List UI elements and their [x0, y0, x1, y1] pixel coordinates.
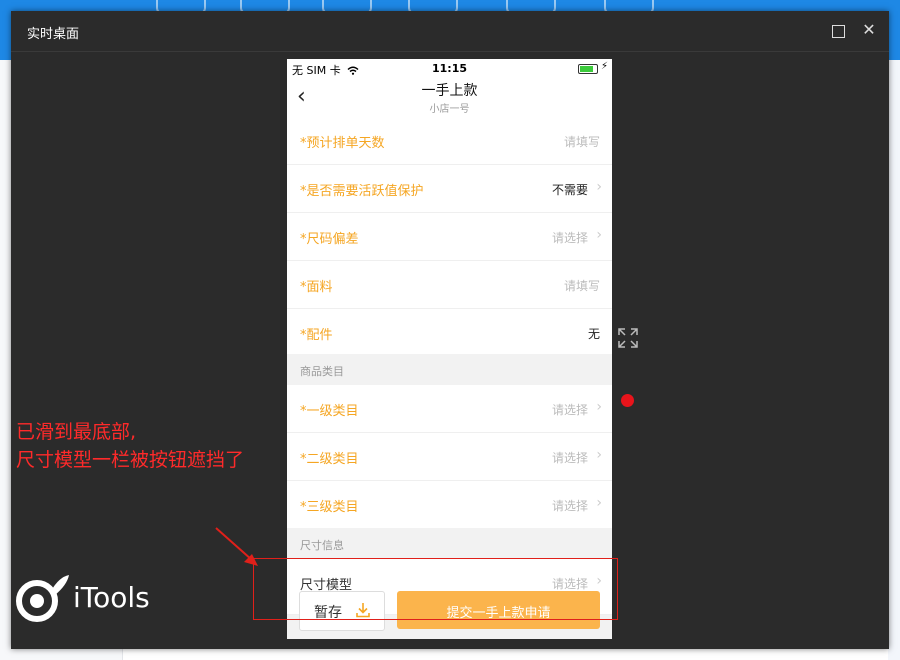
charging-icon: ⚡ — [601, 61, 609, 72]
status-bar: 无 SIM 卡 11:15 ⚡ — [287, 59, 612, 79]
form-row-value: 不需要 — [551, 183, 588, 197]
form-row-label: *尺码偏差 — [300, 232, 359, 247]
form-row-category-3[interactable]: *三级类目 请选择 › — [287, 481, 612, 529]
maximize-button[interactable] — [832, 25, 845, 38]
form-row-size-deviation[interactable]: *尺码偏差 请选择 › — [287, 213, 612, 261]
form-row-activity-protection[interactable]: *是否需要活跃值保护 不需要 › — [287, 165, 612, 213]
form-row-label: *预计排单天数 — [300, 136, 385, 151]
phone-screen: 无 SIM 卡 11:15 ⚡ ‹ 一手上款 小店一号 *预计排单天数 请填写 … — [287, 59, 612, 639]
form-row-value: 请选择 — [551, 499, 588, 513]
form-row-label: *一级类目 — [300, 404, 359, 419]
annotation-line: 已滑到最底部, — [16, 421, 137, 443]
chevron-right-icon: › — [596, 447, 602, 463]
chevron-right-icon: › — [596, 495, 602, 511]
form-row-category-1[interactable]: *一级类目 请选择 › — [287, 385, 612, 433]
clock: 11:15 — [431, 62, 467, 75]
form-row-value: 请填写 — [563, 279, 600, 293]
form-row-value: 请选择 — [551, 451, 588, 465]
page-title: 一手上款 — [421, 83, 478, 99]
form-row-accessories[interactable]: *配件 无 — [287, 309, 612, 357]
chevron-right-icon: › — [596, 399, 602, 415]
form-row-value: 无 — [587, 327, 600, 341]
form-row-label: *二级类目 — [300, 452, 359, 467]
section-header-category: 商品类目 — [287, 354, 612, 385]
chevron-right-icon: › — [596, 227, 602, 243]
expand-icon[interactable] — [617, 327, 639, 349]
section-header-size: 尺寸信息 — [287, 528, 612, 559]
itools-logo: iTools — [15, 573, 185, 623]
form-row-value: 请选择 — [551, 403, 588, 417]
window-titlebar: 实时桌面 ✕ — [11, 11, 889, 52]
form-row-value: 请填写 — [563, 135, 600, 149]
itools-logo-icon — [16, 575, 69, 622]
form-row-label: *配件 — [300, 328, 333, 343]
form-row-label: *面料 — [300, 280, 333, 295]
page-subtitle: 小店一号 — [429, 104, 470, 115]
form-row-label: *三级类目 — [300, 500, 359, 515]
form-row-category-2[interactable]: *二级类目 请选择 › — [287, 433, 612, 481]
form-row-fabric[interactable]: *面料 请填写 — [287, 261, 612, 309]
form-row-schedule-days[interactable]: *预计排单天数 请填写 — [287, 117, 612, 165]
annotation-line: 尺寸模型一栏被按钮遮挡了 — [16, 449, 245, 471]
app-right-panel — [888, 60, 900, 660]
annotation-highlight-box — [253, 558, 618, 620]
chevron-right-icon: › — [596, 179, 602, 195]
form-row-value: 请选择 — [551, 231, 588, 245]
section-title: 商品类目 — [300, 365, 344, 378]
form-row-label: *是否需要活跃值保护 — [300, 184, 424, 199]
section-title: 尺寸信息 — [300, 539, 344, 552]
close-button[interactable]: ✕ — [861, 21, 877, 39]
battery-icon — [578, 64, 598, 74]
window-title: 实时桌面 — [27, 27, 80, 42]
record-indicator[interactable] — [621, 394, 634, 407]
nav-bar: ‹ 一手上款 小店一号 — [287, 79, 612, 117]
annotation-note: 已滑到最底部, 尺寸模型一栏被按钮遮挡了 — [16, 418, 244, 474]
itools-logo-text: iTools — [73, 581, 150, 614]
